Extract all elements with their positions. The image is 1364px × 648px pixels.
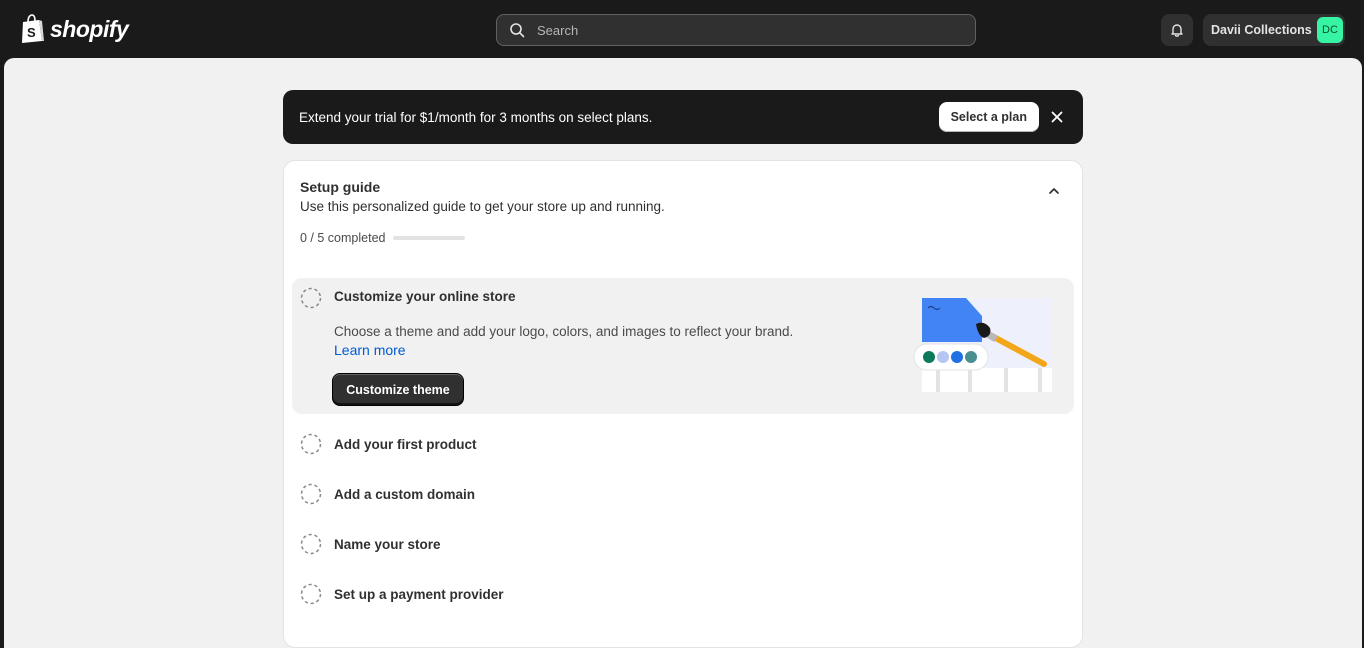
top-bar: S shopify Davii Collections DC	[0, 0, 1364, 58]
setup-guide-subtitle: Use this personalized guide to get your …	[300, 199, 665, 214]
app-frame: S shopify Davii Collections DC Extend yo…	[0, 0, 1364, 648]
dashed-circle-icon[interactable]	[300, 287, 322, 309]
learn-more-link[interactable]: Learn more	[334, 342, 406, 358]
notifications-button[interactable]	[1161, 14, 1193, 46]
theme-illustration	[912, 294, 1057, 398]
close-icon	[1051, 111, 1063, 123]
step-customize-store[interactable]: Customize your online store Choose a the…	[292, 278, 1074, 414]
setup-guide-card: Setup guide Use this personalized guide …	[283, 160, 1083, 648]
step-label: Add your first product	[334, 436, 477, 452]
trial-banner: Extend your trial for $1/month for 3 mon…	[283, 90, 1083, 144]
dashed-circle-icon[interactable]	[300, 583, 322, 605]
setup-guide-title: Setup guide	[300, 179, 381, 195]
dismiss-banner-button[interactable]	[1047, 107, 1067, 127]
search-input[interactable]	[537, 22, 957, 38]
chevron-up-icon	[1049, 188, 1059, 194]
step-add-product[interactable]: Add your first product	[300, 432, 477, 456]
collapse-guide-button[interactable]	[1044, 181, 1064, 201]
search-icon	[510, 23, 525, 38]
step-label: Name your store	[334, 536, 441, 552]
dashed-circle-icon[interactable]	[300, 433, 322, 455]
progress-indicator: 0 / 5 completed	[300, 231, 466, 245]
shopify-bag-icon: S	[22, 14, 44, 43]
step-name-store[interactable]: Name your store	[300, 532, 441, 556]
step-payment-provider[interactable]: Set up a payment provider	[300, 582, 504, 606]
progress-text: 0 / 5 completed	[300, 231, 386, 245]
dashed-circle-icon[interactable]	[300, 533, 322, 555]
brand-name: shopify	[50, 16, 129, 42]
store-name: Davii Collections	[1211, 23, 1312, 37]
svg-text:S: S	[27, 25, 36, 40]
step-custom-domain[interactable]: Add a custom domain	[300, 482, 475, 506]
search-bar[interactable]	[496, 14, 976, 46]
main-content: Extend your trial for $1/month for 3 mon…	[4, 58, 1362, 648]
step-label: Set up a payment provider	[334, 586, 504, 602]
banner-text: Extend your trial for $1/month for 3 mon…	[299, 109, 653, 125]
step-description: Choose a theme and add your logo, colors…	[334, 324, 794, 339]
avatar: DC	[1317, 17, 1343, 43]
step-title: Customize your online store	[334, 289, 516, 304]
dashed-circle-icon[interactable]	[300, 483, 322, 505]
customize-theme-button[interactable]: Customize theme	[332, 373, 464, 406]
bell-icon	[1171, 24, 1183, 37]
account-menu-button[interactable]: Davii Collections DC	[1203, 14, 1345, 46]
step-label: Add a custom domain	[334, 486, 476, 502]
progress-bar	[393, 236, 466, 240]
shopify-logo[interactable]: S shopify	[20, 13, 129, 45]
select-plan-button[interactable]: Select a plan	[938, 102, 1039, 132]
paintbrush-illustration	[913, 298, 1052, 392]
